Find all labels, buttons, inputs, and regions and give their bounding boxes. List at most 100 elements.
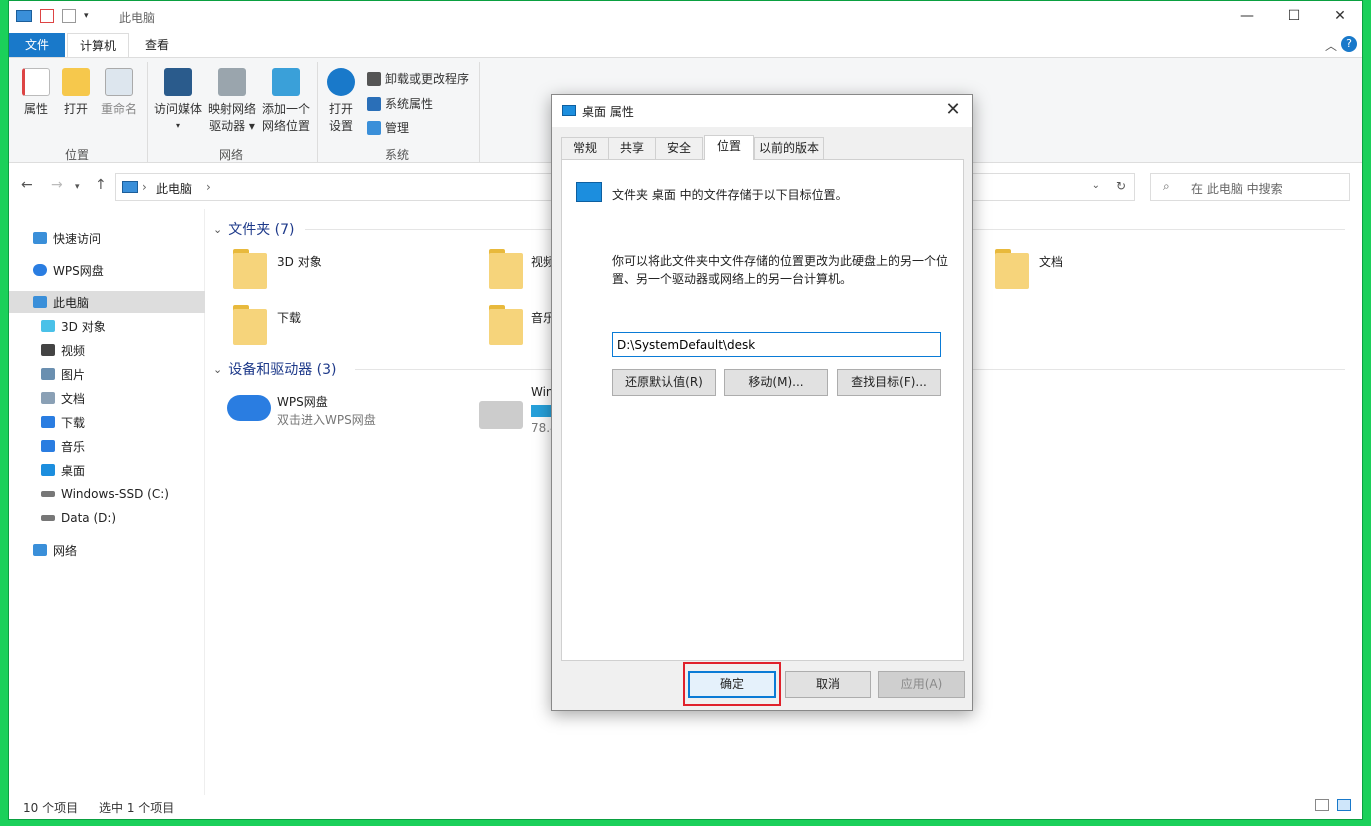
sidebar-item-drive-c[interactable]: Windows-SSD (C:): [9, 483, 205, 505]
tab-previous-versions[interactable]: 以前的版本: [754, 137, 824, 159]
document-icon: [41, 392, 55, 404]
folder-icon[interactable]: [489, 249, 525, 289]
folders-header-label: 文件夹 (7): [228, 222, 295, 238]
folder-documents[interactable]: 文档: [1039, 253, 1063, 270]
maximize-button[interactable]: ☐: [1271, 1, 1317, 31]
apply-button[interactable]: 应用(A): [878, 671, 965, 698]
sidebar-item-drive-d[interactable]: Data (D:): [9, 507, 205, 529]
folder-icon[interactable]: [489, 305, 525, 345]
find-target-button[interactable]: 查找目标(F)...: [837, 369, 941, 396]
add-network-label-1: 添加一个: [261, 102, 310, 116]
group-separator: [479, 62, 480, 162]
add-network-location-button[interactable]: 添加一个 网络位置: [259, 68, 313, 134]
cancel-button[interactable]: 取消: [785, 671, 871, 698]
sidebar-item-pictures[interactable]: 图片: [9, 363, 205, 385]
close-icon[interactable]: ✕: [942, 99, 964, 120]
sidebar-item-label: 3D 对象: [61, 319, 106, 334]
back-arrow-icon[interactable]: ←: [21, 177, 33, 193]
forward-arrow-icon[interactable]: →: [51, 177, 63, 193]
access-media-button[interactable]: 访问媒体 ▾: [153, 68, 203, 131]
collapse-ribbon-icon[interactable]: ︿: [1325, 37, 1337, 54]
sidebar-item-label: 文档: [61, 391, 86, 406]
sidebar-item-desktop[interactable]: 桌面: [9, 459, 205, 481]
drive-usage-bar: [531, 405, 553, 417]
media-icon: [164, 68, 192, 96]
open-label: 打开: [63, 102, 88, 116]
tab-sharing[interactable]: 共享: [608, 137, 656, 159]
folder-icon[interactable]: [233, 305, 269, 345]
map-drive-button[interactable]: 映射网络 驱动器 ▾: [205, 68, 259, 134]
tab-security[interactable]: 安全: [655, 137, 703, 159]
breadcrumb[interactable]: 此电脑: [156, 180, 192, 197]
tab-view[interactable]: 查看: [133, 33, 181, 57]
details-view-icon[interactable]: [1315, 799, 1329, 811]
folder-3d-objects[interactable]: 3D 对象: [277, 253, 322, 270]
music-note-icon: [41, 440, 55, 452]
window-title: 此电脑: [119, 11, 156, 25]
manage-label: 管理: [385, 121, 410, 135]
help-icon[interactable]: ?: [1341, 36, 1357, 52]
search-box[interactable]: ⌕ 在 此电脑 中搜索: [1150, 173, 1350, 201]
sidebar-item-label: WPS网盘: [53, 263, 104, 278]
folder-icon[interactable]: [233, 249, 269, 289]
up-arrow-icon[interactable]: ↑: [95, 177, 107, 193]
pc-icon: [33, 296, 47, 308]
close-button[interactable]: ✕: [1317, 1, 1362, 31]
sidebar-item-music[interactable]: 音乐: [9, 435, 205, 457]
gear-icon: [327, 68, 355, 96]
tab-general[interactable]: 常规: [561, 137, 609, 159]
group-label-system: 系统: [385, 148, 410, 162]
chevron-down-icon[interactable]: ▾: [84, 11, 89, 21]
sidebar-item-3d-objects[interactable]: 3D 对象: [9, 315, 205, 337]
recent-chevron-icon[interactable]: ▾: [75, 182, 80, 192]
tab-computer[interactable]: 计算机: [67, 33, 130, 57]
cloud-icon[interactable]: [227, 395, 271, 421]
system-properties-button[interactable]: 系统属性: [367, 95, 433, 112]
network-location-icon: [272, 68, 300, 96]
properties-button[interactable]: 属性: [21, 68, 51, 117]
move-button[interactable]: 移动(M)...: [724, 369, 828, 396]
minimize-button[interactable]: —: [1224, 1, 1270, 31]
sidebar-item-label: 下载: [61, 415, 86, 430]
sidebar-item-network[interactable]: 网络: [9, 539, 205, 561]
large-icons-view-icon[interactable]: [1337, 799, 1351, 811]
location-help-text: 你可以将此文件夹中文件存储的位置更改为此硬盘上的另一个位置、另一个驱动器或网络上…: [612, 254, 949, 286]
refresh-icon[interactable]: ↻: [1116, 179, 1126, 193]
windows-drive-icon[interactable]: [479, 401, 523, 429]
location-path-input[interactable]: [612, 332, 941, 357]
open-settings-button[interactable]: 打开 设置: [325, 68, 357, 134]
sidebar-item-quick-access[interactable]: 快速访问: [9, 227, 205, 249]
properties-quick-icon[interactable]: [40, 9, 54, 23]
sidebar-item-documents[interactable]: 文档: [9, 387, 205, 409]
sidebar-item-label: 此电脑: [53, 295, 90, 310]
devices-section-header[interactable]: ⌄ 设备和驱动器 (3): [213, 359, 337, 379]
sidebar-item-label: 图片: [61, 367, 86, 382]
new-folder-quick-icon[interactable]: [62, 9, 76, 23]
sidebar-item-this-pc[interactable]: 此电脑: [9, 291, 205, 313]
map-drive-icon: [218, 68, 246, 96]
uninstall-programs-button[interactable]: 卸载或更改程序: [367, 70, 469, 87]
uninstall-icon: [367, 71, 381, 86]
restore-default-button[interactable]: 还原默认值(R): [612, 369, 716, 396]
folders-section-header[interactable]: ⌄ 文件夹 (7): [213, 219, 295, 239]
item-count: 10 个项目: [23, 801, 79, 815]
system-properties-label: 系统属性: [385, 97, 434, 111]
wps-drive-name[interactable]: WPS网盘: [277, 393, 328, 410]
desktop-properties-dialog: 桌面 属性 ✕ 常规 共享 安全 位置 以前的版本 文件夹 桌面 中的文件存储于…: [551, 94, 973, 711]
breadcrumb-chevron-icon[interactable]: ›: [206, 180, 211, 194]
folder-downloads[interactable]: 下载: [277, 309, 301, 326]
tab-location[interactable]: 位置: [704, 135, 754, 160]
tab-file[interactable]: 文件: [9, 33, 65, 57]
sidebar-item-videos[interactable]: 视频: [9, 339, 205, 361]
rename-button[interactable]: 重命名: [99, 68, 139, 117]
sidebar-item-downloads[interactable]: 下载: [9, 411, 205, 433]
add-network-label-2: 网络位置: [261, 119, 310, 133]
sidebar-item-wps[interactable]: WPS网盘: [9, 259, 205, 281]
breadcrumb-chevron-icon[interactable]: ›: [142, 180, 147, 194]
desktop-icon: [562, 105, 576, 116]
open-button[interactable]: 打开: [61, 68, 91, 117]
manage-button[interactable]: 管理: [367, 119, 409, 136]
folder-icon[interactable]: [995, 249, 1031, 289]
search-placeholder: 在 此电脑 中搜索: [1191, 182, 1283, 196]
address-dropdown-icon[interactable]: ⌄: [1092, 180, 1100, 191]
